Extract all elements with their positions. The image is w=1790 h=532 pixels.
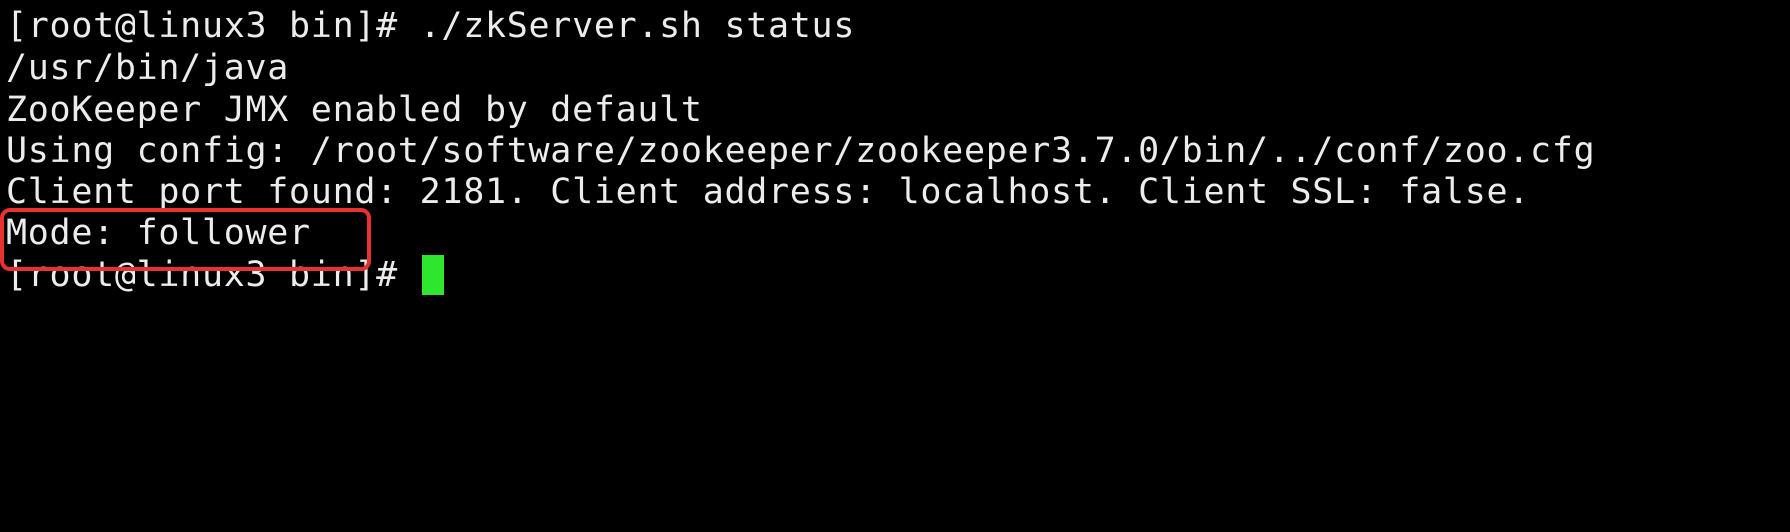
terminal-line-client-port: Client port found: 2181. Client address:… [6, 172, 1531, 212]
terminal-line-config: Using config: /root/software/zookeeper/z… [6, 131, 1596, 171]
mode-highlight-annotation [0, 208, 371, 271]
terminal-line-command: [root@linux3 bin]# ./zkServer.sh status [6, 6, 856, 46]
terminal-line-jmx: ZooKeeper JMX enabled by default [6, 90, 703, 130]
terminal-cursor [421, 255, 444, 295]
terminal-line-java-path: /usr/bin/java [6, 48, 290, 88]
terminal-window[interactable]: [root@linux3 bin]# ./zkServer.sh status … [0, 0, 1790, 532]
